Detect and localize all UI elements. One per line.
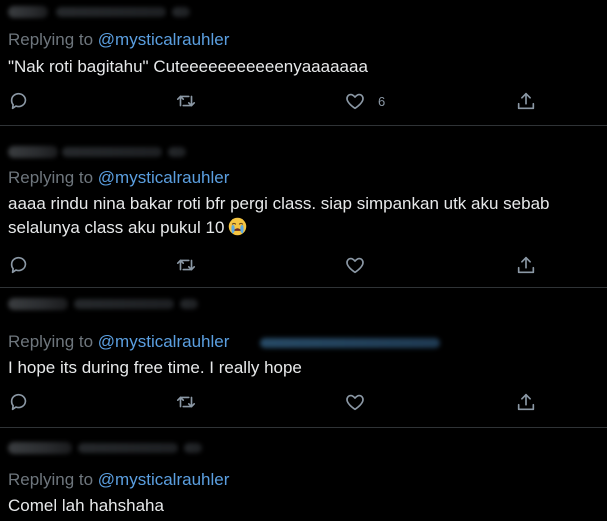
tweet-text: Comel lah hahshaha: [8, 496, 164, 515]
redacted-username: [8, 6, 48, 18]
share-icon: [517, 256, 535, 274]
retweet-button[interactable]: [175, 88, 197, 114]
redacted-handle: [74, 299, 174, 309]
replying-to-handle-link[interactable]: @mysticalrauhler: [98, 332, 230, 351]
like-button[interactable]: [344, 252, 366, 278]
heart-icon: [346, 394, 364, 411]
replying-to-label: Replying to: [8, 30, 94, 49]
like-count: 6: [378, 93, 386, 109]
reply-button[interactable]: [8, 252, 30, 278]
redacted-timestamp: [168, 147, 186, 157]
redacted-username: [8, 146, 58, 158]
redacted-timestamp: [180, 299, 198, 309]
redacted-username: [8, 298, 68, 310]
reply-icon: [10, 256, 27, 274]
tweet-actions: 6: [0, 88, 607, 114]
replying-to-handle-link[interactable]: @mysticalrauhler: [98, 470, 230, 489]
retweet-icon: [176, 259, 196, 271]
retweet-icon: [176, 396, 196, 408]
retweet-button[interactable]: [175, 389, 197, 415]
tweet-actions: [0, 252, 607, 278]
share-icon: [517, 393, 535, 411]
reply-icon: [10, 393, 27, 411]
retweet-button[interactable]: [175, 252, 197, 278]
replying-to-label: Replying to: [8, 470, 94, 489]
redacted-handle: [62, 147, 162, 157]
redacted-handle: [78, 443, 178, 453]
tweet-actions: [0, 389, 607, 415]
reply-button[interactable]: [8, 88, 30, 114]
tweet-4[interactable]: Replying to @mysticalrauhler Comel lah h…: [0, 428, 607, 521]
heart-icon: [346, 93, 364, 110]
share-button[interactable]: [515, 389, 537, 415]
replying-to-label: Replying to: [8, 332, 94, 351]
tweet-text-line-2: selalunya class aku pukul 10: [8, 216, 603, 240]
redacted-handle: [56, 7, 166, 17]
tweet-text: aaaa rindu nina bakar roti bfr pergi cla…: [8, 192, 603, 240]
tweet-text: I hope its during free time. I really ho…: [8, 358, 302, 377]
tweet-text-line-2-text: selalunya class aku pukul 10: [8, 218, 225, 237]
share-button[interactable]: [515, 252, 537, 278]
tweet-text: "Nak roti bagitahu" Cuteeeeeeeeeeenyaaaa…: [8, 57, 368, 76]
redacted-mention: [260, 338, 440, 348]
replying-to: Replying to @mysticalrauhler: [8, 168, 229, 188]
like-button[interactable]: 6: [344, 88, 385, 114]
tweet-2[interactable]: Replying to @mysticalrauhler aaaa rindu …: [0, 126, 607, 288]
redacted-timestamp: [184, 443, 202, 453]
redacted-timestamp: [172, 7, 190, 17]
like-button[interactable]: [344, 389, 366, 415]
redacted-username: [8, 442, 72, 454]
replying-to-label: Replying to: [8, 168, 94, 187]
loudly-crying-face-icon: [229, 217, 247, 236]
replying-to-handle-link[interactable]: @mysticalrauhler: [98, 168, 230, 187]
heart-icon: [346, 257, 364, 274]
tweet-3[interactable]: Replying to @mysticalrauhler I hope its …: [0, 288, 607, 428]
retweet-icon: [176, 95, 196, 107]
tweet-text-line-1: aaaa rindu nina bakar roti bfr pergi cla…: [8, 194, 550, 213]
share-button[interactable]: [515, 88, 537, 114]
tweet-1[interactable]: Replying to @mysticalrauhler "Nak roti b…: [0, 0, 607, 126]
replying-to: Replying to @mysticalrauhler: [8, 332, 229, 352]
replying-to: Replying to @mysticalrauhler: [8, 470, 229, 490]
reply-icon: [10, 92, 27, 110]
reply-button[interactable]: [8, 389, 30, 415]
replying-to: Replying to @mysticalrauhler: [8, 30, 229, 50]
share-icon: [517, 92, 535, 110]
replying-to-handle-link[interactable]: @mysticalrauhler: [98, 30, 230, 49]
